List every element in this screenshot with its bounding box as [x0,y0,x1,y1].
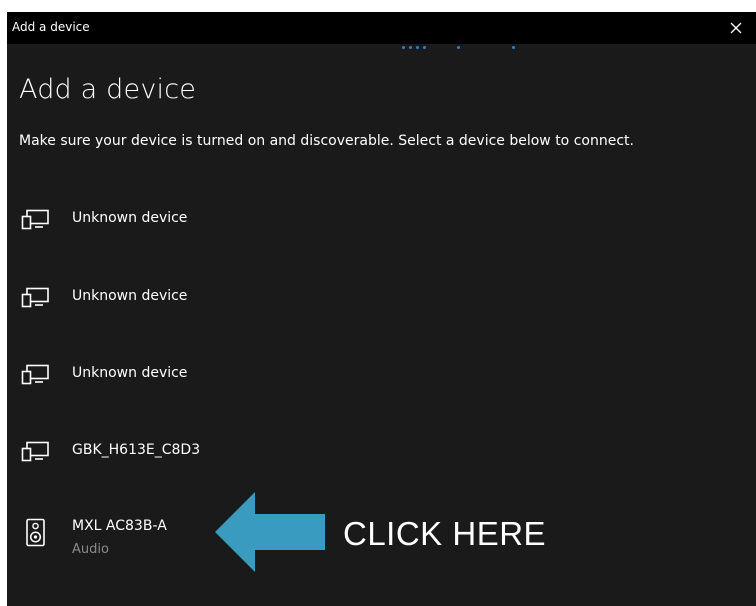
searching-progress-indicator [402,46,542,50]
speaker-icon [26,518,45,547]
device-name: Unknown device [72,210,188,226]
device-list-item[interactable]: Unknown device [19,208,419,256]
close-button[interactable] [716,12,756,44]
arrow-left-icon [215,492,325,572]
display-device-icon [21,209,49,230]
device-name: GBK_H613E_C8D3 [72,442,201,458]
title-bar: Add a device [7,12,756,44]
add-device-window: Add a device Add a device Make sure your… [7,12,756,606]
click-here-annotation: CLICK HERE [343,515,547,552]
device-name: Unknown device [72,365,188,381]
instructions-text: Make sure your device is turned on and d… [19,133,634,149]
device-name: Unknown device [72,288,188,304]
window-title: Add a device [12,20,90,34]
page-title: Add a device [19,74,197,105]
display-device-icon [21,287,49,308]
device-list-item[interactable]: GBK_H613E_C8D3 [19,440,419,488]
device-list-item[interactable]: Unknown device [19,286,419,334]
display-device-icon [21,364,49,385]
close-icon [730,22,742,34]
device-name: MXL AC83B-A [72,518,167,534]
display-device-icon [21,441,49,462]
device-category: Audio [72,542,109,557]
device-list-item[interactable]: Unknown device [19,363,419,411]
